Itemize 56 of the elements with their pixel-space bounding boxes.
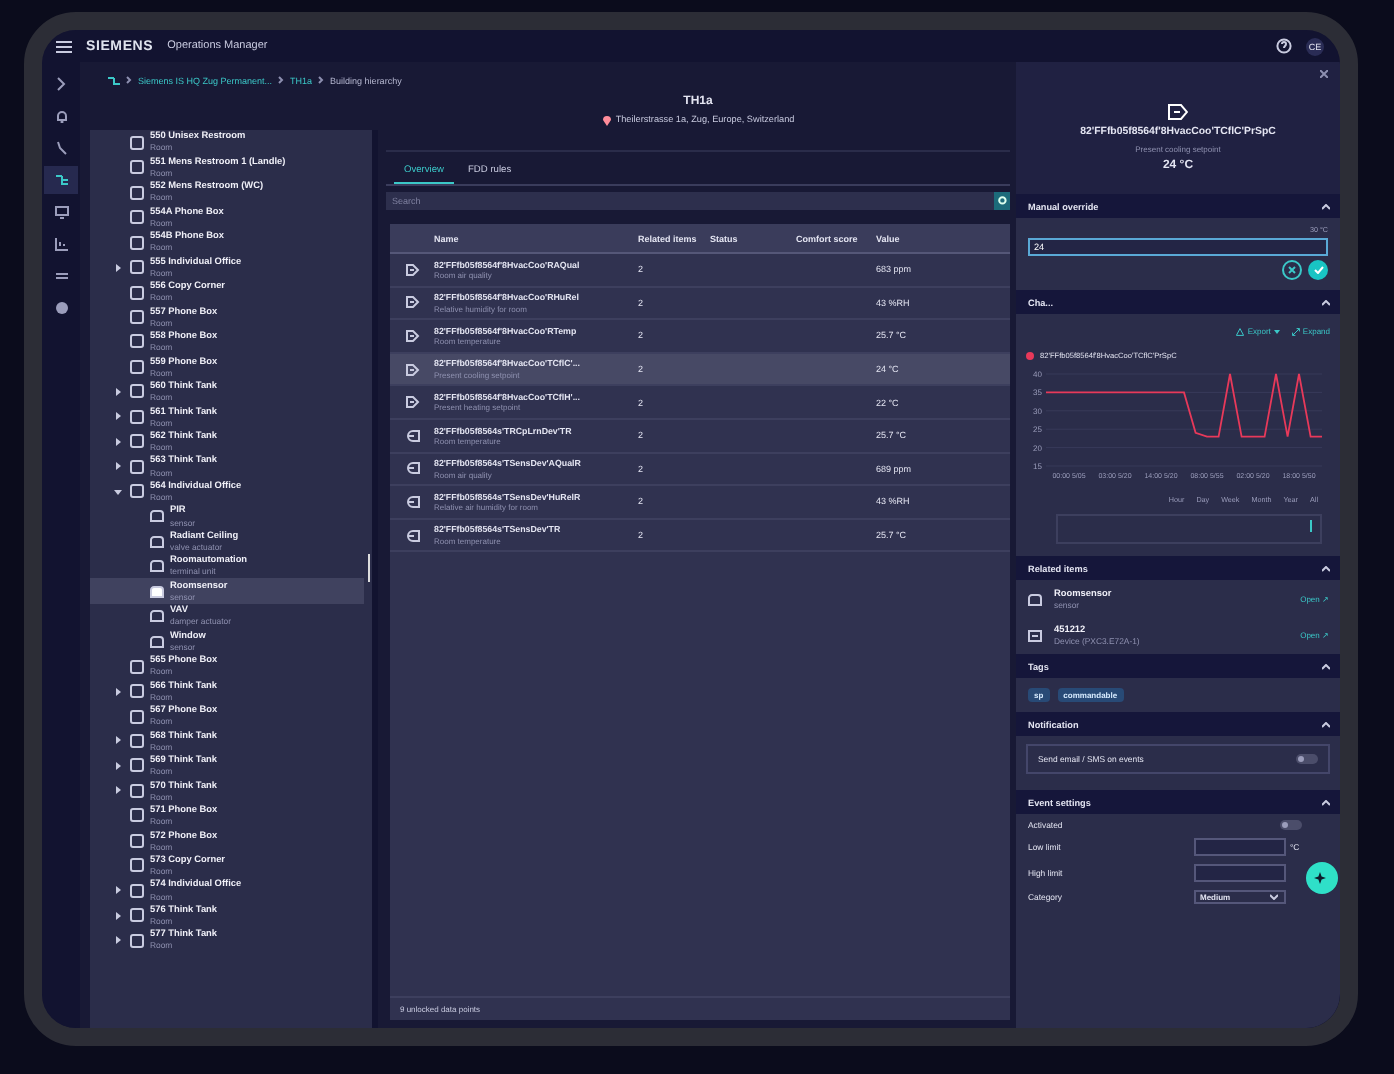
input-point-icon	[405, 495, 419, 508]
caret-right-icon[interactable]	[114, 736, 122, 745]
close-icon[interactable]	[1320, 70, 1328, 78]
output-point-icon	[405, 396, 419, 409]
collapse-icon[interactable]	[1322, 565, 1330, 571]
input-point-icon	[405, 429, 419, 442]
location-pin-icon	[601, 113, 612, 125]
input-point-icon	[405, 462, 419, 475]
controller-icon	[1028, 629, 1042, 642]
warning-icon	[1236, 327, 1245, 335]
search-icon[interactable]	[994, 192, 1010, 210]
help-icon[interactable]	[1276, 38, 1292, 54]
sparkle-icon	[1314, 870, 1330, 887]
output-point-icon	[405, 363, 419, 376]
output-point-icon	[405, 329, 419, 342]
caret-down-icon[interactable]	[114, 487, 122, 496]
confirm-button[interactable]	[1308, 260, 1328, 280]
hierarchy-icon[interactable]	[108, 75, 120, 85]
sparkle-button[interactable]	[1306, 862, 1338, 895]
caret-right-icon[interactable]	[114, 886, 122, 895]
caret-right-icon[interactable]	[114, 936, 122, 945]
collapse-icon[interactable]	[1322, 663, 1330, 670]
caret-right-icon[interactable]	[114, 387, 122, 396]
chevron-icon	[278, 76, 285, 84]
caret-right-icon[interactable]	[114, 761, 122, 770]
device-icon	[1028, 593, 1042, 606]
caret-icon	[1273, 329, 1280, 333]
collapse-icon[interactable]	[1322, 203, 1330, 209]
caret-right-icon[interactable]	[114, 687, 122, 696]
chevron-icon	[318, 76, 325, 84]
caret-right-icon[interactable]	[114, 786, 122, 795]
close-icon	[1288, 266, 1296, 274]
menu-icon[interactable]	[56, 39, 72, 53]
scrollbar-thumb[interactable]	[367, 554, 370, 582]
hierarchy-icon[interactable]	[44, 166, 78, 194]
input-point-icon	[405, 529, 419, 542]
chevron-icon	[126, 76, 132, 84]
toggle-switch[interactable]	[1296, 754, 1318, 765]
high-limit-field[interactable]	[1194, 864, 1286, 883]
caret-right-icon[interactable]	[114, 462, 122, 471]
checkmark-icon	[1313, 266, 1323, 274]
collapse-icon[interactable]	[1322, 799, 1330, 806]
toggle-switch[interactable]	[1280, 820, 1302, 831]
caret-right-icon[interactable]	[114, 263, 122, 272]
low-limit-field[interactable]	[1194, 838, 1286, 857]
output-point-icon	[405, 263, 419, 276]
output-point-icon	[1168, 104, 1188, 120]
collapse-icon[interactable]	[1322, 299, 1330, 305]
caret-icon	[1270, 894, 1278, 901]
caret-right-icon[interactable]	[114, 911, 122, 920]
expand-icon	[1291, 327, 1300, 335]
caret-right-icon[interactable]	[114, 412, 122, 421]
collapse-icon[interactable]	[1322, 721, 1330, 728]
cancel-button[interactable]	[1282, 260, 1302, 280]
caret-right-icon[interactable]	[114, 437, 122, 446]
output-point-icon	[405, 296, 419, 309]
